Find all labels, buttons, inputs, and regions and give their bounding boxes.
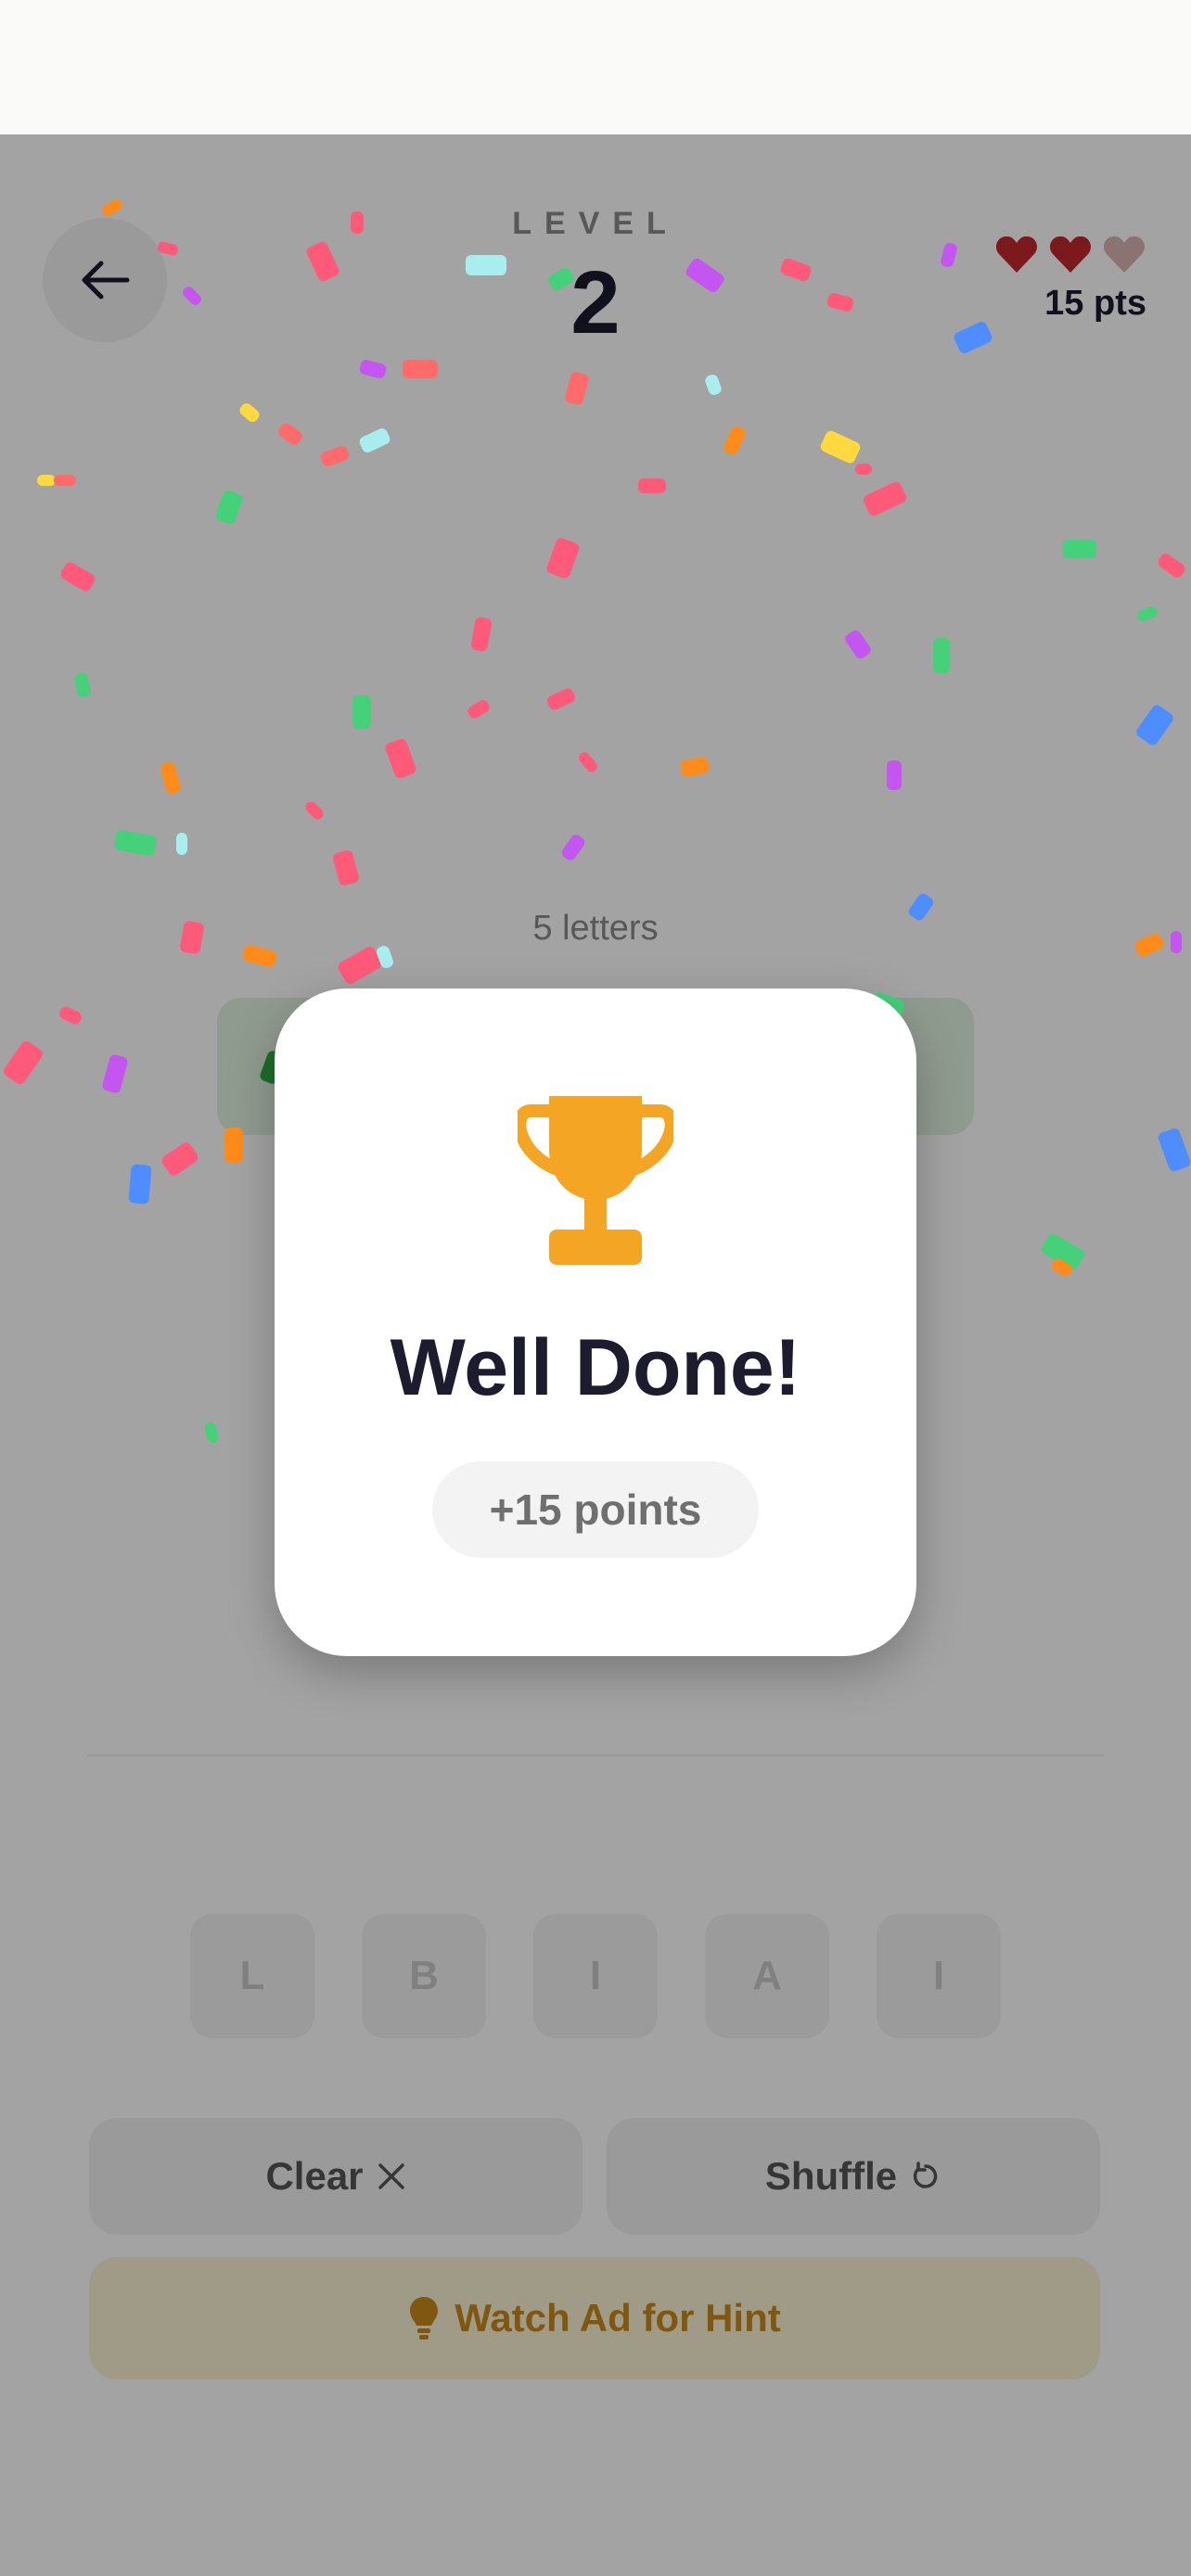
level-complete-modal: Well Done! +15 points	[275, 988, 916, 1656]
trophy-icon	[518, 1096, 673, 1265]
status-bar	[0, 0, 1191, 134]
modal-title: Well Done!	[390, 1323, 801, 1412]
points-earned-badge: +15 points	[432, 1461, 759, 1558]
